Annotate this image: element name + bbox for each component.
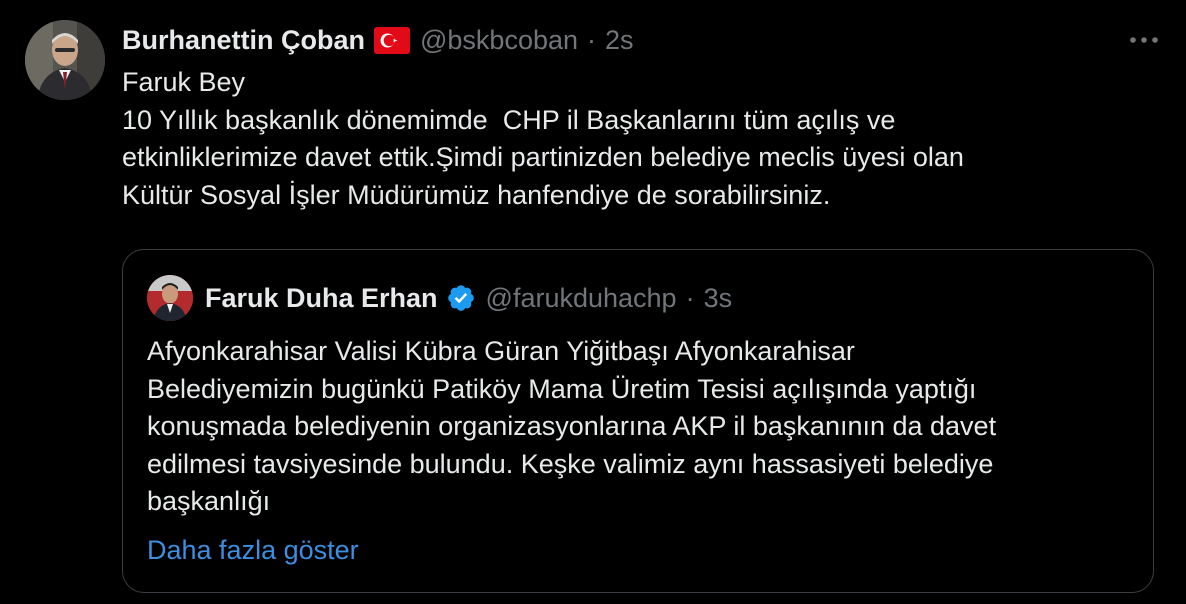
quoted-author-handle[interactable]: @farukduhachp (486, 283, 677, 314)
quoted-author-avatar[interactable] (147, 275, 193, 321)
quoted-tweet-text: Afyonkarahisar Valisi Kübra Güran Yiğitb… (147, 336, 997, 516)
turkey-flag-icon (374, 26, 410, 54)
author-avatar[interactable] (25, 20, 105, 100)
separator-dot: · (587, 24, 597, 55)
separator-dot: · (685, 282, 695, 313)
author-handle[interactable]: @bskbcoban (420, 25, 578, 56)
tweet[interactable]: Burhanettin Çoban @bskbcoban · 2s Faruk … (0, 0, 1186, 604)
tweet-header: Burhanettin Çoban @bskbcoban · 2s (122, 22, 634, 58)
quoted-tweet[interactable]: Faruk Duha Erhan @farukduhachp · 3s Afyo… (122, 249, 1154, 593)
show-more-link[interactable]: Daha fazla göster (147, 532, 359, 570)
verified-badge-icon (446, 283, 476, 313)
tweet-text: Faruk Bey 10 Yıllık başkanlık dönemimde … (122, 67, 964, 210)
tweet-timestamp[interactable]: 2s (605, 25, 634, 56)
quoted-author-name[interactable]: Faruk Duha Erhan (205, 283, 438, 314)
more-icon[interactable] (1124, 22, 1164, 58)
author-name[interactable]: Burhanettin Çoban (122, 25, 365, 56)
quoted-tweet-header: Faruk Duha Erhan @farukduhachp · 3s (205, 280, 732, 316)
quoted-tweet-timestamp[interactable]: 3s (704, 283, 733, 314)
